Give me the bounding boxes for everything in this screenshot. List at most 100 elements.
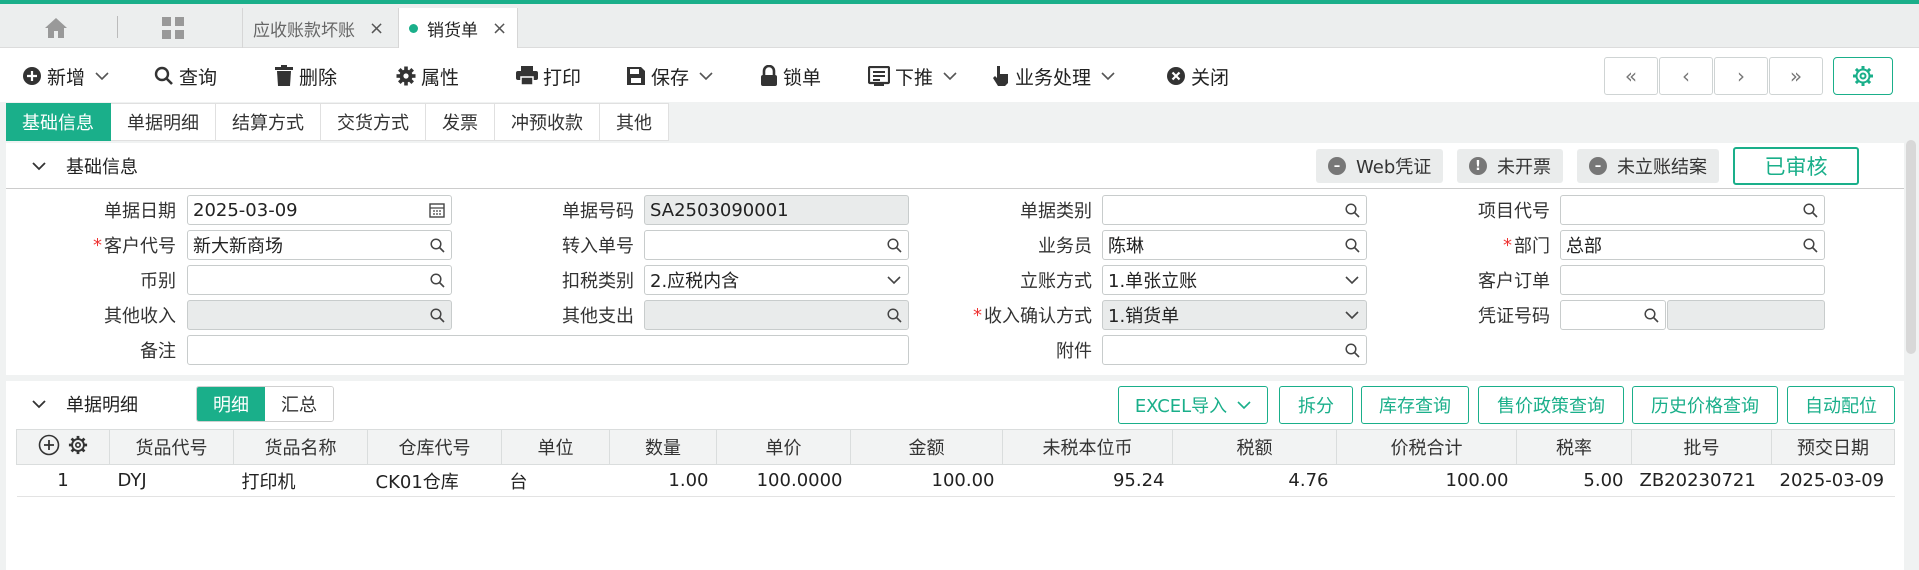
search-icon[interactable]: [1343, 237, 1361, 253]
tab-bill-details[interactable]: 单据明细: [111, 103, 216, 141]
col-delivery-date[interactable]: 预交日期: [1771, 429, 1895, 465]
home-icon[interactable]: [40, 14, 72, 42]
vertical-scrollbar[interactable]: [1906, 140, 1916, 354]
column-settings-icon[interactable]: [68, 435, 88, 460]
cell-tax[interactable]: 4.76: [1172, 464, 1337, 497]
chevron-down-icon[interactable]: [1101, 71, 1115, 81]
business-process-button[interactable]: 业务处理: [992, 62, 1120, 90]
tab-other[interactable]: 其他: [600, 103, 669, 141]
tab-bad-debt[interactable]: 应收账款坏账 ×: [242, 8, 394, 48]
stock-query-button[interactable]: 库存查询: [1361, 386, 1469, 424]
voucher-no-field[interactable]: [1560, 300, 1666, 330]
search-icon[interactable]: [428, 272, 446, 288]
cell-goods-code[interactable]: DYJ: [109, 464, 234, 497]
next-record-button[interactable]: ›: [1714, 57, 1768, 95]
search-icon[interactable]: [428, 307, 446, 323]
income-confirm-select[interactable]: 1.销货单: [1102, 300, 1367, 330]
toggle-detail[interactable]: 明细: [197, 387, 265, 421]
close-button[interactable]: 关闭: [1166, 62, 1229, 90]
query-button[interactable]: 查询: [154, 62, 217, 90]
col-tax-rate[interactable]: 税率: [1516, 429, 1632, 465]
customer-order-field[interactable]: [1560, 265, 1825, 295]
close-icon[interactable]: ×: [369, 18, 384, 39]
attachment-field[interactable]: [1102, 335, 1367, 365]
col-warehouse-code[interactable]: 仓库代号: [367, 429, 502, 465]
other-expense-field[interactable]: [644, 300, 909, 330]
salesman-field[interactable]: 陈琳: [1102, 230, 1367, 260]
cell-quantity[interactable]: 1.00: [609, 464, 717, 497]
cell-delivery-date[interactable]: 2025-03-09: [1771, 464, 1895, 497]
cell-amount[interactable]: 100.00: [850, 464, 1003, 497]
last-record-button[interactable]: »: [1769, 57, 1823, 95]
grid-menu-icon[interactable]: [158, 14, 188, 42]
tab-delivery[interactable]: 交货方式: [321, 103, 426, 141]
properties-button[interactable]: 属性: [396, 62, 459, 90]
transfer-no-field[interactable]: [644, 230, 909, 260]
history-price-query-button[interactable]: 历史价格查询: [1632, 386, 1778, 424]
cell-warehouse-code[interactable]: CK01仓库: [367, 464, 502, 497]
close-icon[interactable]: ×: [492, 18, 507, 39]
project-code-field[interactable]: [1560, 195, 1825, 225]
tab-sales-order[interactable]: 销货单 ×: [398, 8, 519, 48]
col-quantity[interactable]: 数量: [609, 429, 717, 465]
lock-button[interactable]: 锁单: [760, 62, 821, 90]
tab-offset-prepay[interactable]: 冲预收款: [495, 103, 600, 141]
dept-field[interactable]: 总部: [1560, 230, 1825, 260]
bill-type-field[interactable]: [1102, 195, 1367, 225]
delete-button[interactable]: 删除: [274, 62, 337, 90]
col-amount[interactable]: 金额: [850, 429, 1003, 465]
invoice-status[interactable]: ! 未开票: [1457, 149, 1563, 183]
col-unit-price[interactable]: 单价: [716, 429, 851, 465]
cell-batch-no[interactable]: ZB20230721: [1631, 464, 1772, 497]
tab-invoice[interactable]: 发票: [426, 103, 495, 141]
chevron-down-icon[interactable]: [95, 71, 109, 81]
search-icon[interactable]: [1801, 237, 1819, 253]
calendar-icon[interactable]: [428, 202, 446, 218]
chevron-down-icon[interactable]: [1343, 310, 1361, 320]
tax-type-select[interactable]: 2.应税内含: [644, 265, 909, 295]
search-icon[interactable]: [885, 237, 903, 253]
other-income-field[interactable]: [187, 300, 452, 330]
table-row[interactable]: 1 DYJ 打印机 CK01仓库 台 1.00 100.0000 100.00 …: [16, 464, 1895, 497]
search-icon[interactable]: [1801, 202, 1819, 218]
account-mode-select[interactable]: 1.单张立账: [1102, 265, 1367, 295]
web-voucher-status[interactable]: – Web凭证: [1316, 149, 1444, 183]
chevron-down-icon[interactable]: [1343, 275, 1361, 285]
remark-field[interactable]: [187, 335, 909, 365]
cell-unit[interactable]: 台: [501, 464, 610, 497]
price-policy-query-button[interactable]: 售价政策查询: [1478, 386, 1624, 424]
search-icon[interactable]: [1343, 202, 1361, 218]
add-button[interactable]: 新增: [22, 62, 114, 90]
account-close-status[interactable]: – 未立账结案: [1577, 149, 1719, 183]
col-total[interactable]: 价税合计: [1336, 429, 1517, 465]
col-pretax-base[interactable]: 未税本位币: [1002, 429, 1173, 465]
col-batch-no[interactable]: 批号: [1631, 429, 1772, 465]
tab-basic-info[interactable]: 基础信息: [6, 103, 111, 141]
print-button[interactable]: 打印: [516, 62, 581, 90]
search-icon[interactable]: [428, 237, 446, 253]
cell-pretax-base[interactable]: 95.24: [1002, 464, 1173, 497]
chevron-down-icon[interactable]: [699, 71, 713, 81]
save-button[interactable]: 保存: [626, 62, 718, 90]
bill-date-field[interactable]: 2025-03-09: [187, 195, 452, 225]
customer-code-field[interactable]: 新大新商场: [187, 230, 452, 260]
first-record-button[interactable]: «: [1604, 57, 1658, 95]
cell-unit-price[interactable]: 100.0000: [716, 464, 851, 497]
col-tax[interactable]: 税额: [1172, 429, 1337, 465]
cell-goods-name[interactable]: 打印机: [233, 464, 368, 497]
prev-record-button[interactable]: ‹: [1659, 57, 1713, 95]
basic-info-title[interactable]: 基础信息: [32, 153, 138, 179]
add-row-icon[interactable]: [38, 434, 60, 461]
toggle-summary[interactable]: 汇总: [265, 387, 333, 421]
tab-settlement[interactable]: 结算方式: [216, 103, 321, 141]
bill-details-title[interactable]: 单据明细: [32, 391, 138, 417]
chevron-down-icon[interactable]: [943, 71, 957, 81]
auto-allocate-button[interactable]: 自动配位: [1787, 386, 1895, 424]
split-button[interactable]: 拆分: [1279, 386, 1353, 424]
chevron-down-icon[interactable]: [885, 275, 903, 285]
excel-import-button[interactable]: EXCEL导入: [1118, 386, 1268, 424]
col-goods-code[interactable]: 货品代号: [109, 429, 234, 465]
col-goods-name[interactable]: 货品名称: [233, 429, 368, 465]
currency-field[interactable]: [187, 265, 452, 295]
search-icon[interactable]: [1642, 307, 1660, 323]
